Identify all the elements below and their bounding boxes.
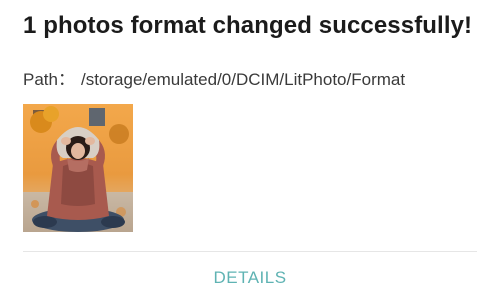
divider xyxy=(23,251,477,252)
path-line: Path： /storage/emulated/0/DCIM/LitPhoto/F… xyxy=(23,65,405,90)
photo-thumbnail[interactable] xyxy=(23,104,133,232)
path-label: Path： xyxy=(23,70,75,89)
path-value: /storage/emulated/0/DCIM/LitPhoto/Format xyxy=(80,70,406,89)
details-button[interactable]: DETAILS xyxy=(0,264,500,292)
photo-thumbnail-image xyxy=(23,104,133,232)
format-success-dialog: 1 photos format changed successfully! Pa… xyxy=(0,0,500,300)
dialog-title: 1 photos format changed successfully! xyxy=(23,12,473,39)
